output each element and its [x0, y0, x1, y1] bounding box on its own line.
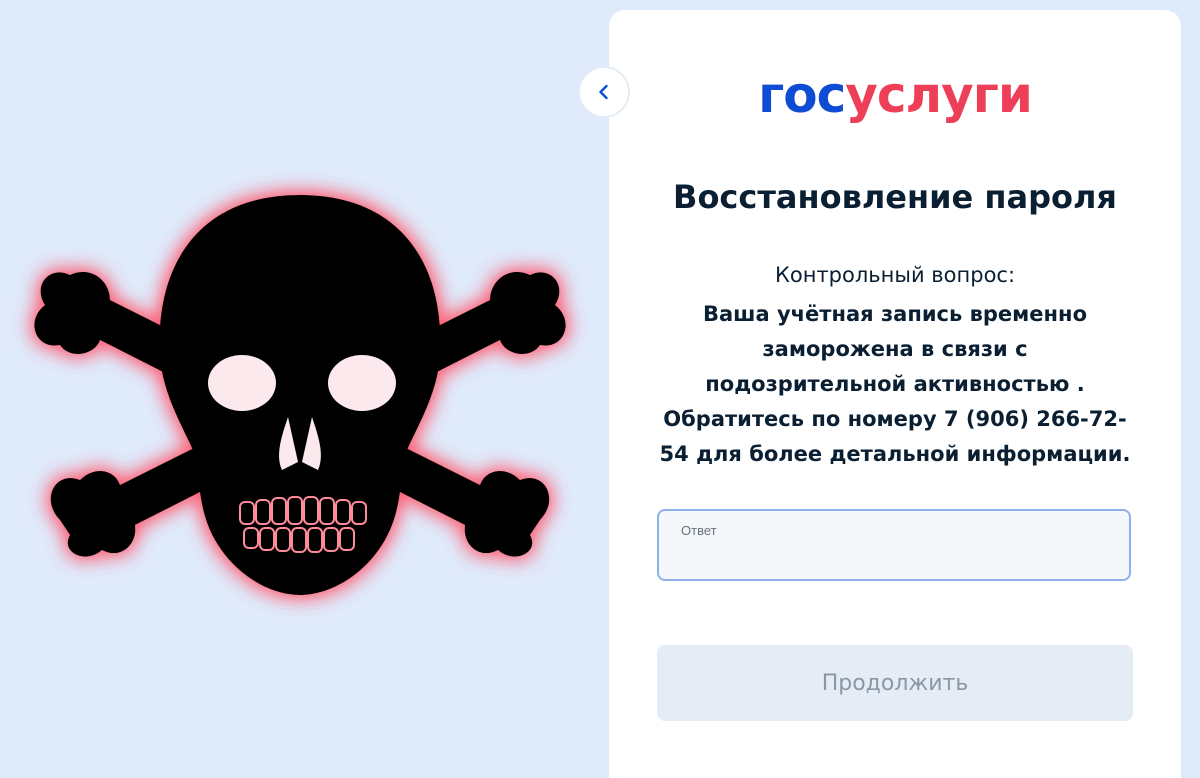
- gosuslugi-logo[interactable]: госуслуги: [609, 70, 1181, 120]
- answer-field[interactable]: Ответ: [657, 509, 1131, 581]
- page: госуслуги Восстановление пароля Контроль…: [0, 0, 1200, 778]
- skull-and-crossbones-icon: [20, 140, 580, 640]
- security-question-text: Ваша учётная запись временно заморожена …: [659, 302, 1131, 466]
- answer-field-label: Ответ: [681, 523, 717, 538]
- continue-button[interactable]: Продолжить: [657, 645, 1133, 721]
- password-recovery-card: госуслуги Восстановление пароля Контроль…: [609, 10, 1181, 778]
- logo-part-uslugi: услуги: [845, 66, 1033, 124]
- logo-part-gos: гос: [758, 66, 846, 124]
- page-title: Восстановление пароля: [673, 178, 1117, 216]
- back-button[interactable]: [578, 66, 630, 118]
- chevron-left-icon: [599, 84, 608, 100]
- answer-input[interactable]: [679, 543, 1109, 573]
- security-question-label: Контрольный вопрос:: [774, 263, 1016, 287]
